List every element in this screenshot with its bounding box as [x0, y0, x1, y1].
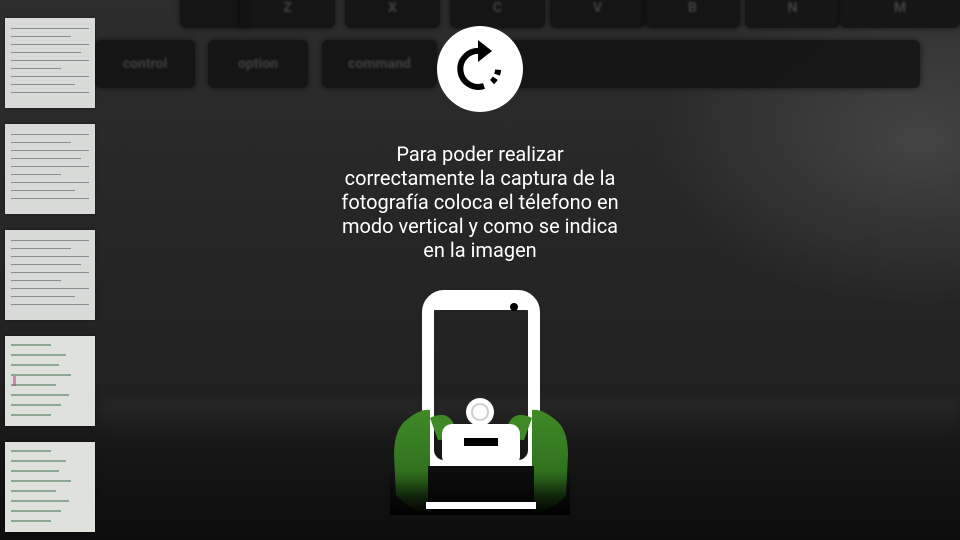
background-key: M [840, 0, 960, 28]
background-key: N [745, 0, 840, 28]
rotate-icon-glyph [457, 40, 502, 90]
phone-in-hands-icon [390, 290, 570, 515]
background-key: option [208, 40, 308, 88]
instruction-line: en la imagen [423, 238, 537, 262]
document-thumbnail[interactable] [5, 124, 95, 214]
background-key: Z [240, 0, 335, 28]
orientation-instruction: Para poder realizar correctamente la cap… [320, 142, 640, 262]
background-key: X [345, 0, 440, 28]
background-key: control [95, 40, 195, 88]
document-thumbnail[interactable] [5, 18, 95, 108]
rotate-icon [437, 26, 523, 112]
instruction-line: modo vertical y como se indica [341, 214, 619, 238]
document-thumbnail[interactable] [5, 230, 95, 320]
background-key: B [645, 0, 740, 28]
background-key: command [322, 40, 437, 88]
background-key: V [550, 0, 645, 28]
instruction-line: correctamente la captura de la [344, 166, 616, 190]
document-thumbnail[interactable] [5, 442, 95, 532]
background-key: C [450, 0, 545, 28]
instruction-line: Para poder realizar [396, 142, 564, 166]
document-thumbnail[interactable] [5, 336, 95, 426]
instruction-line: fotografía coloca el télefono en [341, 190, 619, 214]
camera-preview: Z X C V B N M control option command Par… [0, 0, 960, 540]
